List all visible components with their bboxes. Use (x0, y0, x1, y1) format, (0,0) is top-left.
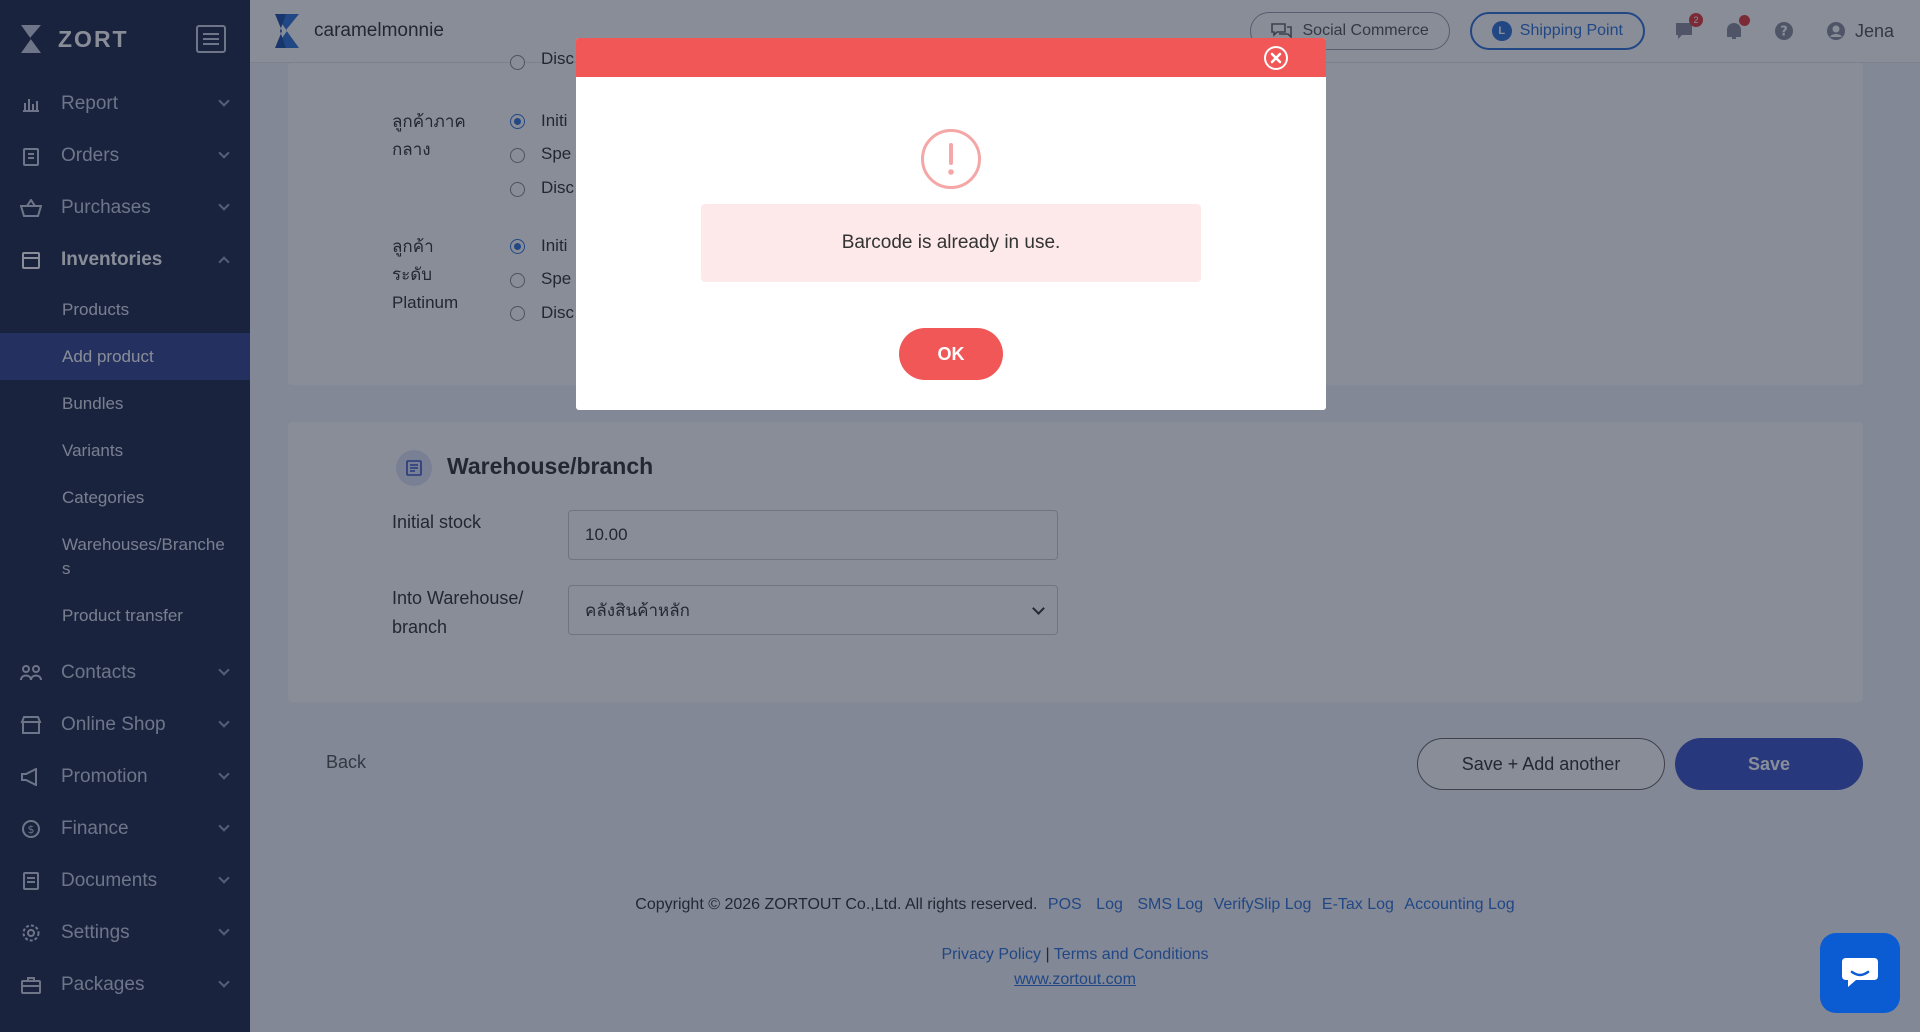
live-chat-button[interactable] (1820, 933, 1900, 1013)
ok-button[interactable]: OK (899, 328, 1003, 380)
error-dialog: Barcode is already in use. OK (576, 38, 1326, 410)
close-icon[interactable] (1264, 46, 1288, 70)
chat-bubble-icon (1842, 958, 1878, 987)
error-message: Barcode is already in use. (701, 204, 1201, 282)
dialog-header (576, 38, 1326, 77)
exclamation-icon (921, 129, 981, 189)
